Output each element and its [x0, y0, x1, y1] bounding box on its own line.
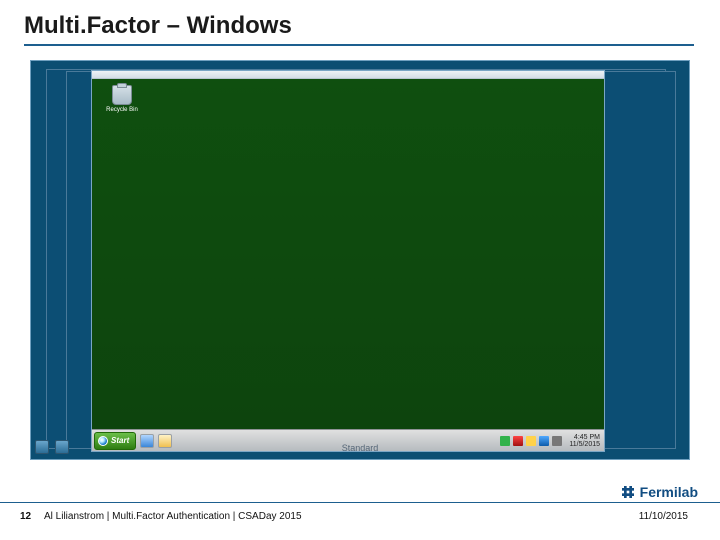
- recycle-bin-icon[interactable]: Recycle Bin: [102, 85, 142, 113]
- remote-desktop-window[interactable]: Recycle Bin Start 4:45 PM 11/5/2015: [91, 70, 605, 452]
- trash-icon: [112, 85, 132, 105]
- windows-desktop[interactable]: Recycle Bin: [92, 79, 604, 429]
- footer-date: 11/10/2015: [639, 511, 688, 522]
- recycle-bin-label: Recycle Bin: [102, 107, 142, 113]
- host-taskbar-strip: Standard: [31, 439, 689, 455]
- fermilab-logo-text: Fermilab: [640, 484, 698, 500]
- fermilab-logo: Fermilab: [620, 484, 698, 500]
- host-taskbar-icon-1[interactable]: [35, 440, 49, 454]
- window-titlebar[interactable]: [92, 71, 604, 79]
- title-underline: [24, 44, 694, 46]
- page-number: 12: [20, 511, 44, 522]
- slide-title: Multi.Factor – Windows: [24, 12, 292, 40]
- fermilab-mark-icon: [620, 484, 636, 500]
- slide-footer: 12 Al Lilianstrom | Multi.Factor Authent…: [0, 502, 720, 530]
- watermark-text: Standard: [342, 443, 379, 453]
- host-taskbar-icon-2[interactable]: [55, 440, 69, 454]
- footer-attribution: Al Lilianstrom | Multi.Factor Authentica…: [44, 511, 639, 522]
- screenshot-stage: Recycle Bin Start 4:45 PM 11/5/2015: [30, 60, 690, 460]
